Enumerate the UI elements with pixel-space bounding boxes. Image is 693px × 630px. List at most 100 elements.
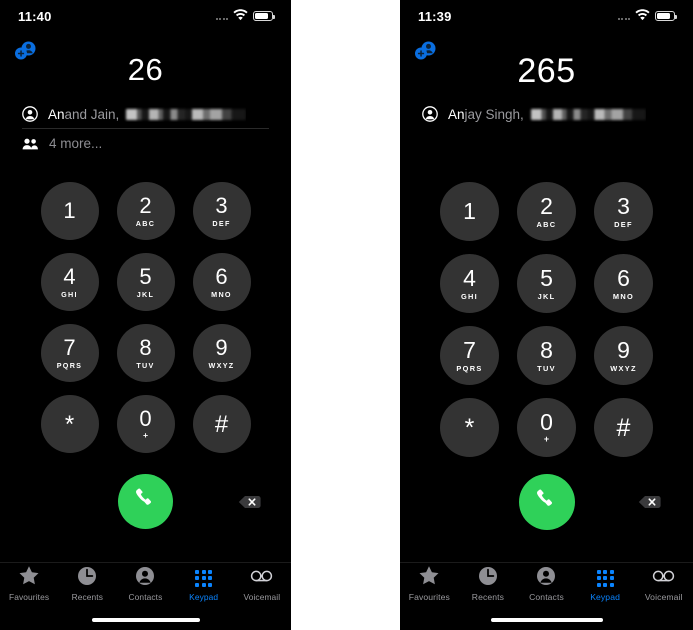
tab-contacts[interactable]: Contacts xyxy=(518,566,574,602)
keypad-key-6[interactable]: 6 MNO xyxy=(192,253,251,311)
tab-favourites[interactable]: Favourites xyxy=(401,565,457,602)
tab-label: Keypad xyxy=(590,592,620,602)
tab-favourites[interactable]: Favourites xyxy=(1,566,57,602)
keypad-key-digit: 8 xyxy=(139,334,152,360)
dial-keypad: 1 2 ABC 3 DEF 4 GHI 5 JKL 6 MNO 7 PQRS 8 TUV 9 WXYZ * 0 + # xyxy=(400,182,693,457)
keypad-key-digit: 0 xyxy=(139,406,152,432)
keypad-key-digit: 6 xyxy=(215,263,228,289)
keypad-key-star[interactable]: * xyxy=(440,398,499,457)
keypad-key-8[interactable]: 8 TUV xyxy=(517,326,576,385)
tab-label: Voicemail xyxy=(243,592,281,602)
keypad-key-digit: * xyxy=(64,411,75,438)
bottom-tab-bar: Favourites Recents Contacts Keypad Voicemail xyxy=(400,562,693,608)
cellular-dots-icon xyxy=(617,12,630,20)
keypad-key-star[interactable]: * xyxy=(40,395,99,453)
keypad-key-2[interactable]: 2 ABC xyxy=(116,182,175,240)
keypad-row: 4 GHI 5 JKL 6 MNO xyxy=(400,254,693,313)
keypad-key-digit: 3 xyxy=(215,192,228,218)
keypad-key-3[interactable]: 3 DEF xyxy=(594,182,653,241)
keypad-key-4[interactable]: 4 GHI xyxy=(40,253,99,311)
bottom-tab-bar: Favourites Recents Contacts Keypad Voicemail xyxy=(0,562,291,608)
keypad-key-1[interactable]: 1 xyxy=(40,182,99,240)
keypad-key-letters: JKL xyxy=(537,291,556,301)
keypad-key-digit: 2 xyxy=(139,192,152,218)
tab-voicemail[interactable]: Voicemail xyxy=(234,567,290,602)
keypad-key-letters: DEF xyxy=(212,218,231,228)
delete-button[interactable] xyxy=(238,494,261,515)
keypad-key-letters: WXYZ xyxy=(208,360,235,370)
keypad-key-digit: 6 xyxy=(617,264,630,291)
keypad-key-letters: TUV xyxy=(136,360,155,370)
keypad-row: 4 GHI 5 JKL 6 MNO xyxy=(0,253,291,311)
keypad-dots-icon xyxy=(195,569,213,587)
tab-keypad[interactable]: Keypad xyxy=(577,567,633,602)
dialed-number: 26 xyxy=(127,52,164,87)
keypad-key-hash[interactable]: # xyxy=(192,395,251,453)
keypad-key-2[interactable]: 2 ABC xyxy=(517,182,576,241)
status-indicators xyxy=(617,7,677,26)
keypad-key-digit: 7 xyxy=(63,334,76,360)
keypad-key-digit: # xyxy=(616,414,631,442)
keypad-key-0[interactable]: 0 + xyxy=(116,395,175,453)
more-contacts-label: 4 more... xyxy=(49,135,103,151)
phone-screen-left: 11:40 26 An and Jain, 4 more... 1 2 ABC 3 DEF 4 GHI… xyxy=(0,0,291,630)
tab-keypad[interactable]: Keypad xyxy=(176,567,232,602)
redacted-number xyxy=(530,108,646,120)
keypad-key-6[interactable]: 6 MNO xyxy=(594,254,653,313)
keypad-key-7[interactable]: 7 PQRS xyxy=(40,324,99,382)
keypad-key-digit: 1 xyxy=(463,198,476,224)
delete-button[interactable] xyxy=(638,494,661,515)
home-indicator xyxy=(490,618,603,622)
keypad-key-9[interactable]: 9 WXYZ xyxy=(594,326,653,385)
keypad-row: 7 PQRS 8 TUV 9 WXYZ xyxy=(400,326,693,385)
dialed-number-area: 26 xyxy=(0,52,291,88)
keypad-key-8[interactable]: 8 TUV xyxy=(116,324,175,382)
tab-contacts[interactable]: Contacts xyxy=(117,566,173,602)
cellular-dots-icon xyxy=(215,12,228,20)
more-contacts-row[interactable]: 4 more... xyxy=(22,129,269,157)
matched-prefix: An xyxy=(48,106,65,122)
battery-icon xyxy=(655,11,677,21)
voicemail-icon xyxy=(652,568,675,589)
keypad-row: 1 2 ABC 3 DEF xyxy=(0,182,291,240)
phone-screen-right: 11:39 265 An jay Singh, 1 2 ABC 3 DEF 4 GHI 5 JKL 6 MN… xyxy=(400,0,693,630)
keypad-key-0[interactable]: 0 + xyxy=(517,398,576,457)
keypad-key-3[interactable]: 3 DEF xyxy=(192,182,251,240)
keypad-key-7[interactable]: 7 PQRS xyxy=(440,326,499,385)
contacts-group-icon xyxy=(22,136,39,151)
keypad-key-digit: 3 xyxy=(617,192,630,219)
keypad-key-letters: MNO xyxy=(211,289,232,299)
contact-suggestions: An and Jain, 4 more... xyxy=(0,100,291,157)
phone-handset-icon xyxy=(133,486,159,517)
keypad-key-digit: 4 xyxy=(463,264,476,291)
keypad-key-digit: 7 xyxy=(463,336,476,363)
tab-recents[interactable]: Recents xyxy=(460,566,516,602)
keypad-row: * 0 + # xyxy=(400,398,693,457)
clock-icon xyxy=(77,566,97,591)
keypad-key-4[interactable]: 4 GHI xyxy=(440,254,499,313)
contact-suggestion-row[interactable]: An and Jain, xyxy=(22,100,269,129)
contact-suggestion-row[interactable]: An jay Singh, xyxy=(422,100,671,128)
contact-circle-icon xyxy=(422,106,438,122)
backspace-delete-icon xyxy=(238,494,261,515)
keypad-key-1[interactable]: 1 xyxy=(440,182,499,241)
keypad-key-5[interactable]: 5 JKL xyxy=(116,253,175,311)
tab-recents[interactable]: Recents xyxy=(59,566,115,602)
keypad-key-hash[interactable]: # xyxy=(594,398,653,457)
keypad-key-letters: PQRS xyxy=(456,363,483,373)
star-icon xyxy=(418,565,440,591)
tab-label: Favourites xyxy=(9,592,50,602)
contact-circle-icon xyxy=(22,106,38,122)
wifi-icon xyxy=(635,7,650,26)
call-button[interactable] xyxy=(518,474,575,530)
tab-voicemail[interactable]: Voicemail xyxy=(636,567,692,602)
tab-label: Voicemail xyxy=(644,592,683,602)
tab-label: Recents xyxy=(71,592,103,602)
status-bar: 11:40 xyxy=(0,0,291,32)
tab-label: Contacts xyxy=(529,592,564,602)
call-button[interactable] xyxy=(118,474,173,529)
contact-suggestion-name: An and Jain, xyxy=(48,106,247,122)
keypad-key-9[interactable]: 9 WXYZ xyxy=(192,324,251,382)
phone-handset-icon xyxy=(534,487,560,518)
keypad-key-5[interactable]: 5 JKL xyxy=(517,254,576,313)
